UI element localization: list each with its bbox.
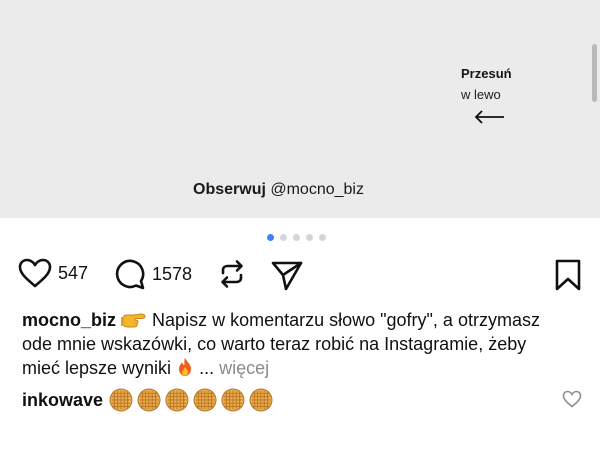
like-count: 547 <box>58 262 89 283</box>
repost-icon <box>221 260 243 288</box>
comment-button[interactable]: 1578 <box>114 258 192 290</box>
comment-like-heart-icon[interactable] <box>562 390 582 408</box>
caption-ellipsis: ... <box>199 358 215 378</box>
swipe-hint-subtitle: w lewo <box>461 87 501 102</box>
share-button[interactable] <box>270 258 304 292</box>
comment-count: 1578 <box>152 263 193 284</box>
follow-label: Obserwuj <box>193 181 266 198</box>
waffle-icon <box>109 388 133 412</box>
waffle-icon <box>193 388 217 412</box>
waffle-icon <box>249 388 273 412</box>
more-link[interactable]: więcej <box>219 358 269 378</box>
post-caption: mocno_biz Napisz w komentarzu słowo "gof… <box>22 308 562 380</box>
comment-icon <box>115 259 145 290</box>
carousel-dot <box>280 234 287 241</box>
repost-button[interactable] <box>216 258 248 290</box>
bookmark-icon <box>555 259 581 291</box>
waffle-icon <box>137 388 161 412</box>
follow-caption: Obserwuj @mocno_biz <box>193 181 364 199</box>
caption-username[interactable]: mocno_biz <box>22 310 116 330</box>
follow-handle: @mocno_biz <box>270 181 364 198</box>
like-button[interactable]: 547 <box>18 258 88 288</box>
save-button[interactable] <box>554 258 582 292</box>
waffle-icon <box>221 388 245 412</box>
carousel-indicator <box>267 234 326 242</box>
share-icon <box>271 261 303 291</box>
heart-icon <box>18 258 52 288</box>
post-media-slide[interactable]: Przesuń w lewo Obserwuj @mocno_biz <box>0 0 600 218</box>
comment-username[interactable]: inkowave <box>22 390 103 411</box>
comment-emoji-group <box>109 388 273 412</box>
swipe-hint-title: Przesuń <box>461 66 512 81</box>
arrow-left-icon <box>474 110 504 124</box>
top-comment: inkowave <box>22 387 273 413</box>
post-action-bar: 547 1578 <box>18 258 582 294</box>
fire-icon <box>179 358 192 376</box>
carousel-dot <box>267 234 274 241</box>
carousel-dot <box>319 234 326 241</box>
carousel-dot <box>293 234 300 241</box>
scrollbar[interactable] <box>592 44 597 102</box>
waffle-icon <box>165 388 189 412</box>
pointing-hand-icon <box>121 313 146 328</box>
carousel-dot <box>306 234 313 241</box>
